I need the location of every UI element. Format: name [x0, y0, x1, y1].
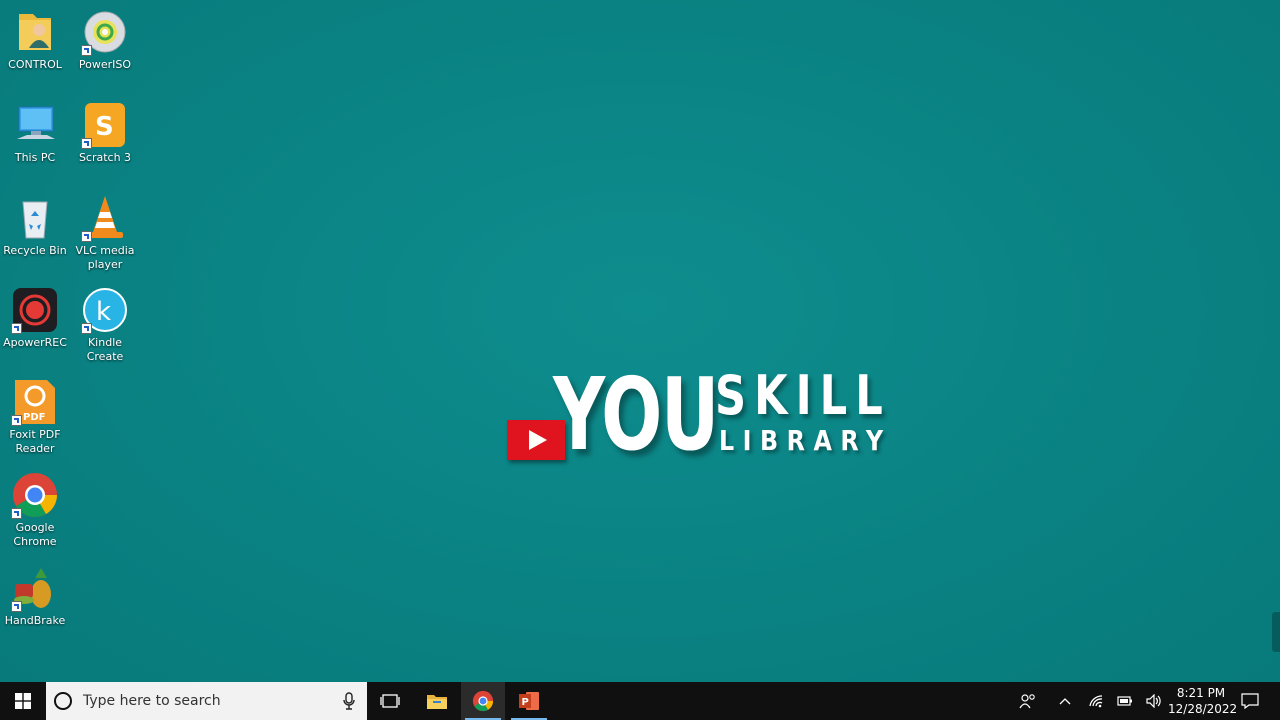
wifi-icon [1089, 695, 1103, 708]
folder-icon [427, 695, 447, 709]
logo-skill-text: SKILL [715, 364, 891, 427]
taskbar: Type here to search P 8:21 PM 12/28/2022 [0, 682, 1280, 720]
desktop-icon-chrome[interactable]: Google Chrome [0, 471, 70, 549]
user-folder-icon [11, 8, 59, 56]
recycle-bin-icon [11, 194, 59, 242]
volume-button[interactable] [1143, 682, 1165, 720]
logo-you-text: YOU [553, 356, 719, 473]
taskbar-chrome[interactable] [461, 682, 505, 720]
desktop-icon-poweriso[interactable]: PowerISO [70, 8, 140, 72]
shortcut-arrow-icon [11, 508, 22, 519]
desktop-icon-handbrake[interactable]: HandBrake [0, 564, 70, 628]
computer-icon [11, 101, 59, 149]
desktop-icon-label: Scratch 3 [78, 151, 132, 164]
svg-text:P: P [522, 697, 529, 708]
people-icon [1019, 694, 1035, 709]
chevron-up-icon [1059, 698, 1071, 705]
notification-icon [1241, 693, 1259, 709]
search-placeholder: Type here to search [83, 693, 221, 709]
shortcut-arrow-icon [81, 323, 92, 334]
desktop-icon-vlc[interactable]: VLC media player [70, 194, 140, 272]
desktop-icon-label: ApowerREC [3, 336, 67, 349]
kindle-k-icon: k [81, 286, 129, 334]
desktop-icon-label: Foxit PDF Reader [9, 428, 61, 455]
taskbar-search-box[interactable]: Type here to search [46, 682, 367, 720]
pdf-icon: PDF [11, 378, 59, 426]
taskbar-file-explorer[interactable] [415, 682, 459, 720]
desktop-icon-label: Google Chrome [13, 521, 57, 548]
speaker-icon [1146, 694, 1161, 708]
action-center-button[interactable] [1236, 682, 1264, 720]
windows-logo-icon [15, 693, 31, 709]
desktop-icon-label: This PC [14, 151, 56, 164]
edge-scroll-handle[interactable] [1272, 612, 1280, 652]
powerpoint-icon: P [519, 692, 539, 710]
svg-text:PDF: PDF [23, 412, 45, 423]
shortcut-arrow-icon [81, 231, 92, 242]
shortcut-arrow-icon [81, 45, 92, 56]
pineapple-icon [11, 564, 59, 612]
battery-button[interactable] [1114, 682, 1136, 720]
cortana-circle-icon [54, 692, 72, 710]
shortcut-arrow-icon [81, 138, 92, 149]
desktop-icon-label: CONTROL [8, 58, 62, 71]
clock-date: 12/28/2022 [1168, 702, 1238, 716]
chrome-icon [472, 690, 494, 712]
desktop-icon-label: PowerISO [78, 58, 132, 71]
shortcut-arrow-icon [11, 323, 22, 334]
task-view-button[interactable] [368, 682, 412, 720]
desktop-icon-scratch[interactable]: S Scratch 3 [70, 101, 140, 165]
taskbar-clock[interactable]: 8:21 PM 12/28/2022 [1168, 685, 1238, 717]
start-button[interactable] [0, 682, 46, 720]
traffic-cone-icon [81, 194, 129, 242]
desktop-icon-label: Recycle Bin [3, 244, 67, 257]
disc-icon [81, 8, 129, 56]
show-hidden-icons-button[interactable] [1054, 682, 1076, 720]
network-button[interactable] [1085, 682, 1107, 720]
task-view-icon [380, 694, 400, 708]
microphone-icon[interactable] [343, 692, 355, 710]
desktop[interactable]: CONTROL This PC Recycle Bin ApowerREC PD… [0, 0, 1280, 682]
people-button[interactable] [1014, 682, 1042, 720]
clock-time: 8:21 PM [1176, 686, 1226, 700]
desktop-icon-foxit[interactable]: PDF Foxit PDF Reader [0, 378, 70, 456]
desktop-icon-label: HandBrake [4, 614, 66, 627]
svg-text:S: S [95, 112, 114, 142]
desktop-icon-control[interactable]: CONTROL [0, 8, 70, 72]
record-icon [11, 286, 59, 334]
desktop-icon-apowerrec[interactable]: ApowerREC [0, 286, 70, 350]
youskill-library-logo: YOU SKILL LIBRARY [505, 356, 885, 473]
scratch-icon: S [81, 101, 129, 149]
taskbar-powerpoint[interactable]: P [507, 682, 551, 720]
desktop-icon-recycle-bin[interactable]: Recycle Bin [0, 194, 70, 258]
desktop-icon-this-pc[interactable]: This PC [0, 101, 70, 165]
desktop-icon-kindle-create[interactable]: k Kindle Create [70, 286, 140, 364]
logo-library-text: LIBRARY [719, 424, 892, 457]
shortcut-arrow-icon [11, 601, 22, 612]
svg-text:k: k [96, 297, 111, 327]
desktop-icon-label: Kindle Create [86, 336, 124, 363]
desktop-icon-label: VLC media player [75, 244, 135, 271]
battery-icon [1117, 696, 1132, 706]
shortcut-arrow-icon [11, 415, 22, 426]
chrome-icon [11, 471, 59, 519]
